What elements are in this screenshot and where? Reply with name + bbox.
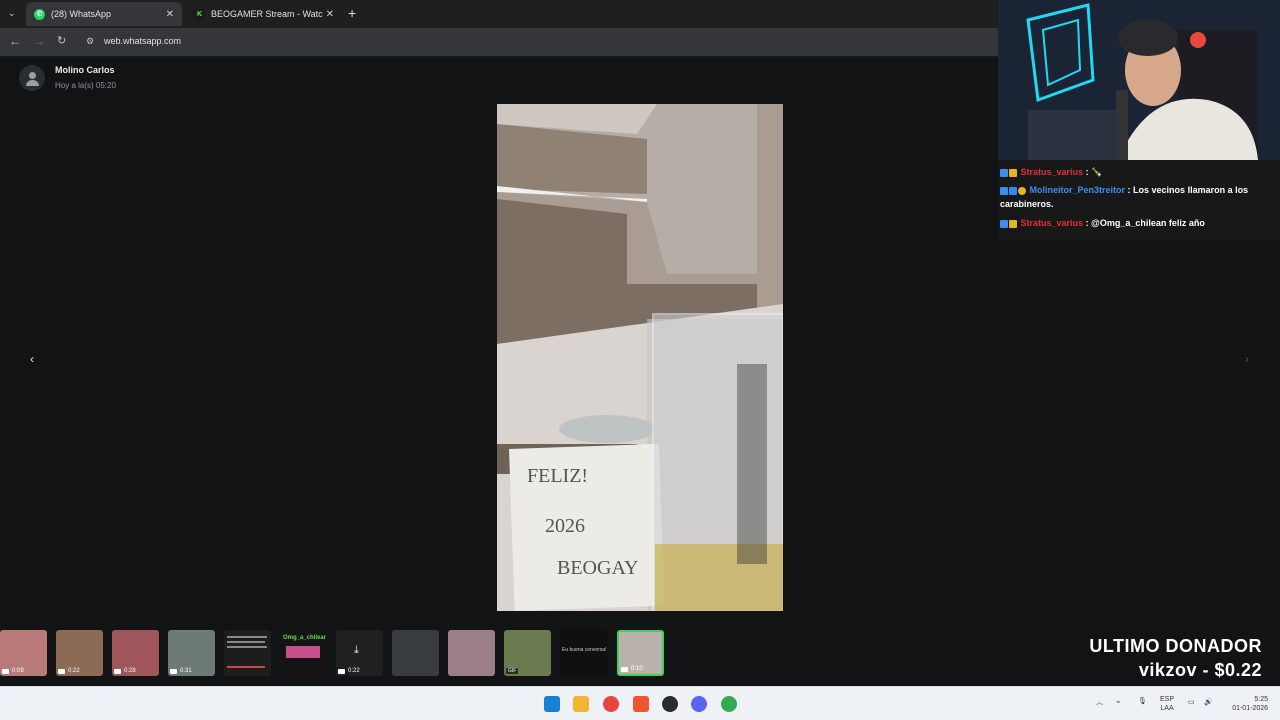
tray-network-icon[interactable]: ⌁ <box>1116 698 1120 707</box>
chat-badge-icon <box>1009 186 1017 195</box>
chat-username[interactable]: Molineitor_Pen3treitor <box>1030 185 1126 195</box>
thumbnail-5[interactable] <box>224 630 271 676</box>
stream-webcam <box>998 0 1280 160</box>
chat-message: Stratus_varius : 🍾 <box>1000 165 1276 179</box>
video-camera-icon <box>58 668 65 674</box>
display-icon[interactable]: ▭ <box>1188 698 1195 707</box>
video-camera-icon <box>170 668 177 674</box>
back-arrow-icon[interactable]: ← <box>9 34 21 48</box>
microphone-icon[interactable]: 🎙 <box>1138 697 1147 706</box>
video-duration: 0:09 <box>2 668 24 674</box>
address-bar: ← → ↻ ⚙ web.whatsapp.com <box>0 28 1000 56</box>
video-camera-icon <box>114 668 121 674</box>
close-tab-icon[interactable]: ✕ <box>326 9 334 20</box>
close-tab-icon[interactable]: ✕ <box>166 9 174 20</box>
video-duration: 0:22 <box>58 668 80 674</box>
chat-username[interactable]: Stratus_varius <box>1021 167 1084 177</box>
stream-chat: Stratus_varius : 🍾 Molineitor_Pen3treito… <box>998 160 1280 240</box>
chat-badge-icon <box>1009 219 1017 228</box>
photo-text-year: 2026 <box>545 515 585 537</box>
thumbnail-11[interactable]: Eu buena conversa! <box>560 630 607 676</box>
previous-media-icon[interactable]: ‹ <box>23 350 41 368</box>
last-donor-overlay: ULTIMO DONADOR vikzov - $0.22 <box>1089 634 1262 682</box>
chat-badge-icon <box>1009 168 1017 177</box>
chat-message: Stratus_varius : @Omg_a_chilean feliz añ… <box>1000 216 1276 230</box>
chat-badge-icon <box>1000 186 1008 195</box>
thumbnail-12-active[interactable]: 0:10 <box>617 630 664 676</box>
video-camera-icon <box>338 668 345 674</box>
forward-arrow-icon[interactable]: → <box>33 34 45 48</box>
photo-text-feliz: FELIZ! <box>527 465 588 487</box>
donor-title: ULTIMO DONADOR <box>1089 636 1262 656</box>
chrome-icon[interactable] <box>603 696 619 712</box>
thumbnail-label: Omg_a_chilear <box>283 635 327 641</box>
video-camera-icon <box>2 668 9 674</box>
whatsapp-icon: ✆ <box>34 8 45 20</box>
language-indicator[interactable]: ESP LAA <box>1160 695 1174 713</box>
tab-label: (28) WhatsApp <box>51 9 112 19</box>
avatar-body <box>25 80 39 86</box>
reload-icon[interactable]: ↻ <box>57 34 66 47</box>
brave-icon[interactable] <box>633 696 649 712</box>
thumbnail-3[interactable]: 0:28 <box>112 630 159 676</box>
chat-badge-icon <box>1000 168 1008 177</box>
video-camera-icon <box>621 666 628 672</box>
photo-text-beogay: BEOGAY <box>557 557 639 579</box>
clock[interactable]: 5:25 01-01-2026 <box>1224 695 1268 713</box>
tab-label: BEOGAMER Stream - Watch Li... <box>211 9 323 19</box>
thumbnail-2[interactable]: 0:22 <box>56 630 103 676</box>
chat-text: : 🍾 <box>1085 167 1103 177</box>
download-icon[interactable]: ⤓ <box>354 644 359 657</box>
thumbnail-6[interactable]: Omg_a_chilear <box>280 630 327 676</box>
next-media-icon[interactable]: › <box>1238 350 1256 368</box>
thumbnail-8[interactable] <box>392 630 439 676</box>
photo-scene: FELIZ! 2026 BEOGAY <box>497 104 783 611</box>
tray-chevron-icon[interactable]: ︿ <box>1096 698 1103 707</box>
sender-avatar[interactable] <box>19 65 45 91</box>
chat-badge-icon <box>1000 219 1008 228</box>
file-explorer-icon[interactable] <box>573 696 589 712</box>
obs-icon[interactable] <box>662 696 678 712</box>
donor-value: vikzov - $0.22 <box>1138 660 1262 680</box>
site-info-icon[interactable]: ⚙ <box>86 36 97 47</box>
chrome-profile-icon[interactable] <box>721 696 737 712</box>
thumbnail-1[interactable]: 0:09 <box>0 630 47 676</box>
url-text[interactable]: web.whatsapp.com <box>104 36 181 46</box>
chat-username[interactable]: Stratus_varius <box>1021 218 1084 228</box>
windows-start-icon[interactable] <box>544 696 560 712</box>
gif-badge: GIF <box>506 668 519 674</box>
volume-icon[interactable]: 🔊 <box>1204 698 1213 707</box>
video-duration: 0:22 <box>338 668 360 674</box>
avatar-head <box>28 72 36 79</box>
thumbnail-7-download[interactable]: ⤓ 0:22 <box>336 630 383 676</box>
message-timestamp: Hoy a la(s) 05:20 <box>55 81 116 90</box>
tab-list-chevron-icon[interactable]: ⌄ <box>8 8 16 19</box>
tab-whatsapp[interactable]: ✆ (28) WhatsApp ✕ <box>26 2 182 26</box>
video-duration: 0:31 <box>170 668 192 674</box>
chat-badge-icon <box>1018 186 1026 195</box>
discord-icon[interactable] <box>691 696 707 712</box>
media-thumbnail-strip: 0:09 0:22 0:28 0:31 Omg_a_chilear ⤓ 0:22… <box>0 622 1000 684</box>
webcam-scene <box>998 0 1280 160</box>
kick-icon: K <box>194 8 205 20</box>
sender-name: Molino Carlos <box>55 65 115 75</box>
windows-taskbar: ︿ ⌁ 🎙 ESP LAA ▭ 🔊 5:25 01-01-2026 <box>0 686 1280 720</box>
tab-beogamer[interactable]: K BEOGAMER Stream - Watch Li... ✕ <box>186 2 342 26</box>
chat-message: Molineitor_Pen3treitor : Los vecinos lla… <box>1000 183 1276 211</box>
video-duration: 0:10 <box>621 666 643 672</box>
thumbnail-9[interactable] <box>448 630 495 676</box>
chat-text: : @Omg_a_chilean feliz año <box>1085 218 1205 228</box>
thumbnail-4[interactable]: 0:31 <box>168 630 215 676</box>
media-photo: FELIZ! 2026 BEOGAY <box>497 104 783 611</box>
video-duration: 0:28 <box>114 668 136 674</box>
thumbnail-10[interactable]: GIF <box>504 630 551 676</box>
thumbnail-label: Eu buena conversa! <box>562 647 607 653</box>
new-tab-plus-icon[interactable]: + <box>348 5 356 21</box>
